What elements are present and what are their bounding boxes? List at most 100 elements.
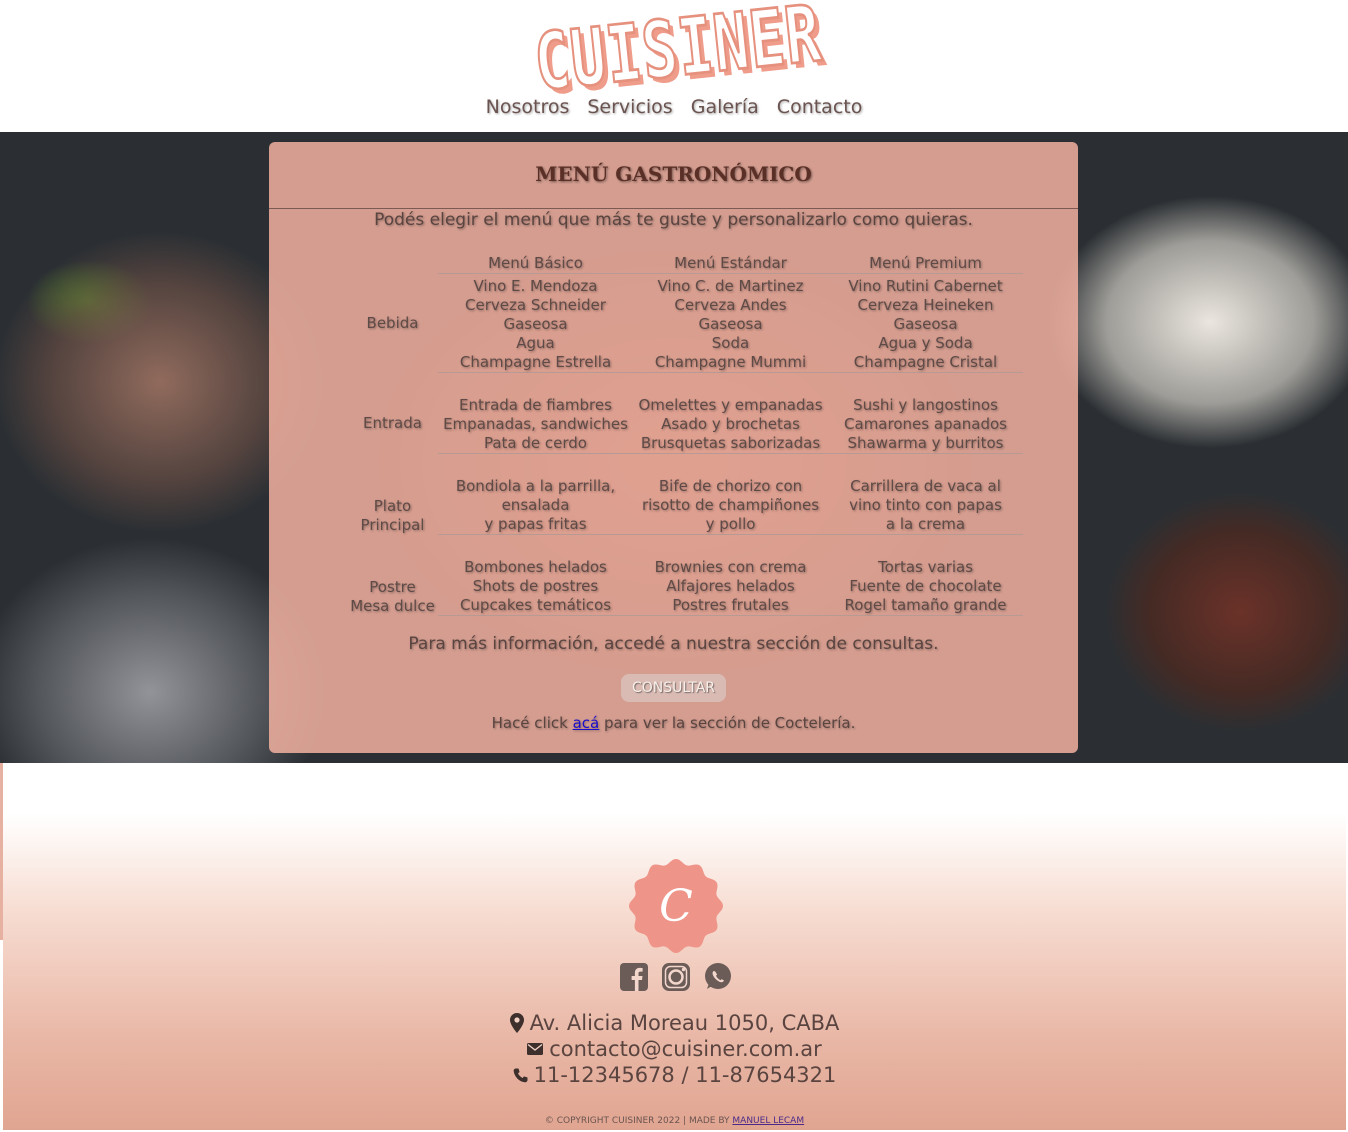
address-line: Av. Alicia Moreau 1050, CABA [3, 1011, 1346, 1035]
map-pin-icon [509, 1013, 524, 1033]
menu-item: Sushi y langostinos [853, 396, 998, 414]
menu-item: risotto de champiñones [641, 496, 820, 514]
email-text[interactable]: contacto@cuisiner.com.ar [549, 1037, 822, 1061]
menu-item: Agua [516, 334, 555, 352]
menu-cell-estandar: Vino C. de Martinez Cerveza Andes Gaseosa S… [633, 273, 828, 373]
menu-panel: MENÚ GASTRONÓMICO Podés elegir el menú q… [269, 142, 1078, 753]
menu-item: Soda [711, 334, 750, 352]
consult-button[interactable]: CONSULTAR [621, 674, 726, 702]
row-label: Bebida [347, 274, 438, 373]
row-spacer [347, 454, 1023, 475]
menu-item: Shawarma y burritos [847, 434, 1004, 452]
menu-cell-premium: Carrillera de vaca al vino tinto con papa… [828, 474, 1023, 535]
phone-text[interactable]: 11-12345678 / 11-87654321 [534, 1063, 837, 1087]
table-row: Plato Principal Bondiola a la parrilla, ens… [347, 474, 1023, 535]
menu-item: Omelettes y empanadas [638, 396, 823, 414]
more-info-text: Para más información, accedé a nuestra s… [408, 634, 939, 654]
menu-cell-premium: Tortas varias Fuente de chocolate Rogel ta… [828, 555, 1023, 616]
menu-item: Gaseosa [893, 315, 958, 333]
menu-item: Pata de cerdo [483, 434, 587, 452]
row-label-line: Principal [360, 515, 425, 534]
menu-item: y pollo [705, 515, 756, 533]
row-label-line: Entrada [363, 413, 422, 432]
menu-item: ensalada [501, 496, 570, 514]
cocktail-link[interactable]: acá [573, 714, 600, 732]
menu-item: Bife de chorizo con [658, 477, 803, 495]
menu-item: Postres frutales [672, 596, 789, 614]
menu-item: Vino Rutini Cabernet [848, 277, 1003, 295]
nav-link-servicios[interactable]: Servicios [587, 96, 672, 118]
row-spacer [347, 535, 1023, 556]
row-label: Plato Principal [347, 474, 438, 535]
menu-table-body: Bebida Vino E. Mendoza Cerveza Schneider Ga… [347, 273, 1023, 616]
phone-line: 11-12345678 / 11-87654321 [3, 1063, 1346, 1087]
menu-table: Menú Básico Menú Estándar Menú Premium B… [347, 254, 1023, 616]
menu-item: vino tinto con papas [849, 496, 1002, 514]
instagram-icon[interactable] [660, 961, 692, 993]
facebook-icon[interactable] [618, 961, 650, 993]
whatsapp-icon[interactable] [702, 961, 734, 993]
footer-seal-logo: C [628, 858, 724, 954]
menu-item: Shots de postres [472, 577, 599, 595]
social-links [618, 961, 734, 993]
row-spacer-cell [347, 373, 1023, 394]
nav-link-nosotros[interactable]: Nosotros [486, 96, 570, 118]
divider [269, 208, 1078, 209]
menu-item: Vino C. de Martinez [657, 277, 804, 295]
menu-item: Gaseosa [503, 315, 568, 333]
menu-item: Cerveza Schneider [465, 296, 606, 314]
row-label: Entrada [347, 393, 438, 454]
seal-letter: C [659, 880, 693, 932]
menu-item: Asado y brochetas [661, 415, 800, 433]
menu-title: MENÚ GASTRONÓMICO [535, 162, 812, 186]
menu-item: Cupcakes temáticos [459, 596, 612, 614]
nav-link-galeria[interactable]: Galería [691, 96, 759, 118]
menu-item: Rogel tamaño grande [844, 596, 1007, 614]
menu-item: Brownies con crema [654, 558, 807, 576]
column-header-basico: Menú Básico [438, 254, 633, 274]
address-text: Av. Alicia Moreau 1050, CABA [529, 1011, 840, 1035]
row-spacer-cell [347, 454, 1023, 475]
table-row: Postre Mesa dulce Bombones helados Shots de… [347, 555, 1023, 616]
menu-item: Cerveza Andes [674, 296, 787, 314]
menu-cell-basico: Vino E. Mendoza Cerveza Schneider Gaseosa A… [438, 273, 633, 373]
menu-item: Bondiola a la parrilla, [455, 477, 616, 495]
menu-item: Cerveza Heineken [857, 296, 994, 314]
menu-item: Entrada de fiambres [459, 396, 612, 414]
phone-icon [513, 1068, 528, 1082]
menu-cell-basico: Entrada de fiambres Empanadas, sandwiches… [438, 393, 633, 454]
row-label-line: Postre [369, 577, 416, 596]
table-row: Entrada Entrada de fiambres Empanadas, san… [347, 393, 1023, 454]
menu-item: Bombones helados [464, 558, 607, 576]
nav-link-contacto[interactable]: Contacto [777, 96, 863, 118]
menu-item: Champagne Estrella [459, 353, 612, 371]
row-label-line: Plato [373, 496, 412, 515]
row-label-line: Bebida [366, 313, 419, 332]
menu-cell-estandar: Bife de chorizo con risotto de champiñone… [633, 474, 828, 535]
cuisiner-logo[interactable]: CUISINER [529, 0, 827, 110]
menu-item: Alfajores helados [666, 577, 795, 595]
author-link[interactable]: MANUEL LECAM [732, 1116, 804, 1126]
main-nav: Nosotros Servicios Galería Contacto [0, 96, 1348, 118]
copyright-prefix: © COPYRIGHT CUISINER 2022 | MADE BY [544, 1116, 733, 1126]
site-footer: C Av. Alicia Moreau 1050, CABA contacto@… [3, 763, 1346, 1130]
menu-cell-premium: Vino Rutini Cabernet Cerveza Heineken Gase… [828, 273, 1023, 373]
hero-background-image: MENÚ GASTRONÓMICO Podés elegir el menú q… [0, 132, 1348, 763]
table-row: Bebida Vino E. Mendoza Cerveza Schneider Ga… [347, 273, 1023, 373]
menu-intro-text: Podés elegir el menú que más te guste y … [374, 210, 973, 230]
row-label-line: Mesa dulce [350, 596, 435, 615]
menu-item: a la crema [885, 515, 966, 533]
menu-item: Champagne Mummi [654, 353, 807, 371]
menu-cell-estandar: Brownies con crema Alfajores helados Postr… [633, 555, 828, 616]
column-header-estandar: Menú Estándar [633, 254, 828, 274]
menu-cell-basico: Bombones helados Shots de postres Cupcakes… [438, 555, 633, 616]
email-line: contacto@cuisiner.com.ar [3, 1037, 1346, 1061]
logo-text: CUISINER [529, 0, 827, 110]
menu-item: Carrillera de vaca al [850, 477, 1001, 495]
menu-item: Tortas varias [877, 558, 974, 576]
menu-item: y papas fritas [484, 515, 587, 533]
copyright-text: © COPYRIGHT CUISINER 2022 | MADE BY MANU… [3, 1116, 1346, 1126]
cocktail-suffix: para ver la sección de Coctelería. [599, 714, 856, 732]
menu-item: Gaseosa [698, 315, 763, 333]
cocktail-prefix: Hacé click [491, 714, 573, 732]
